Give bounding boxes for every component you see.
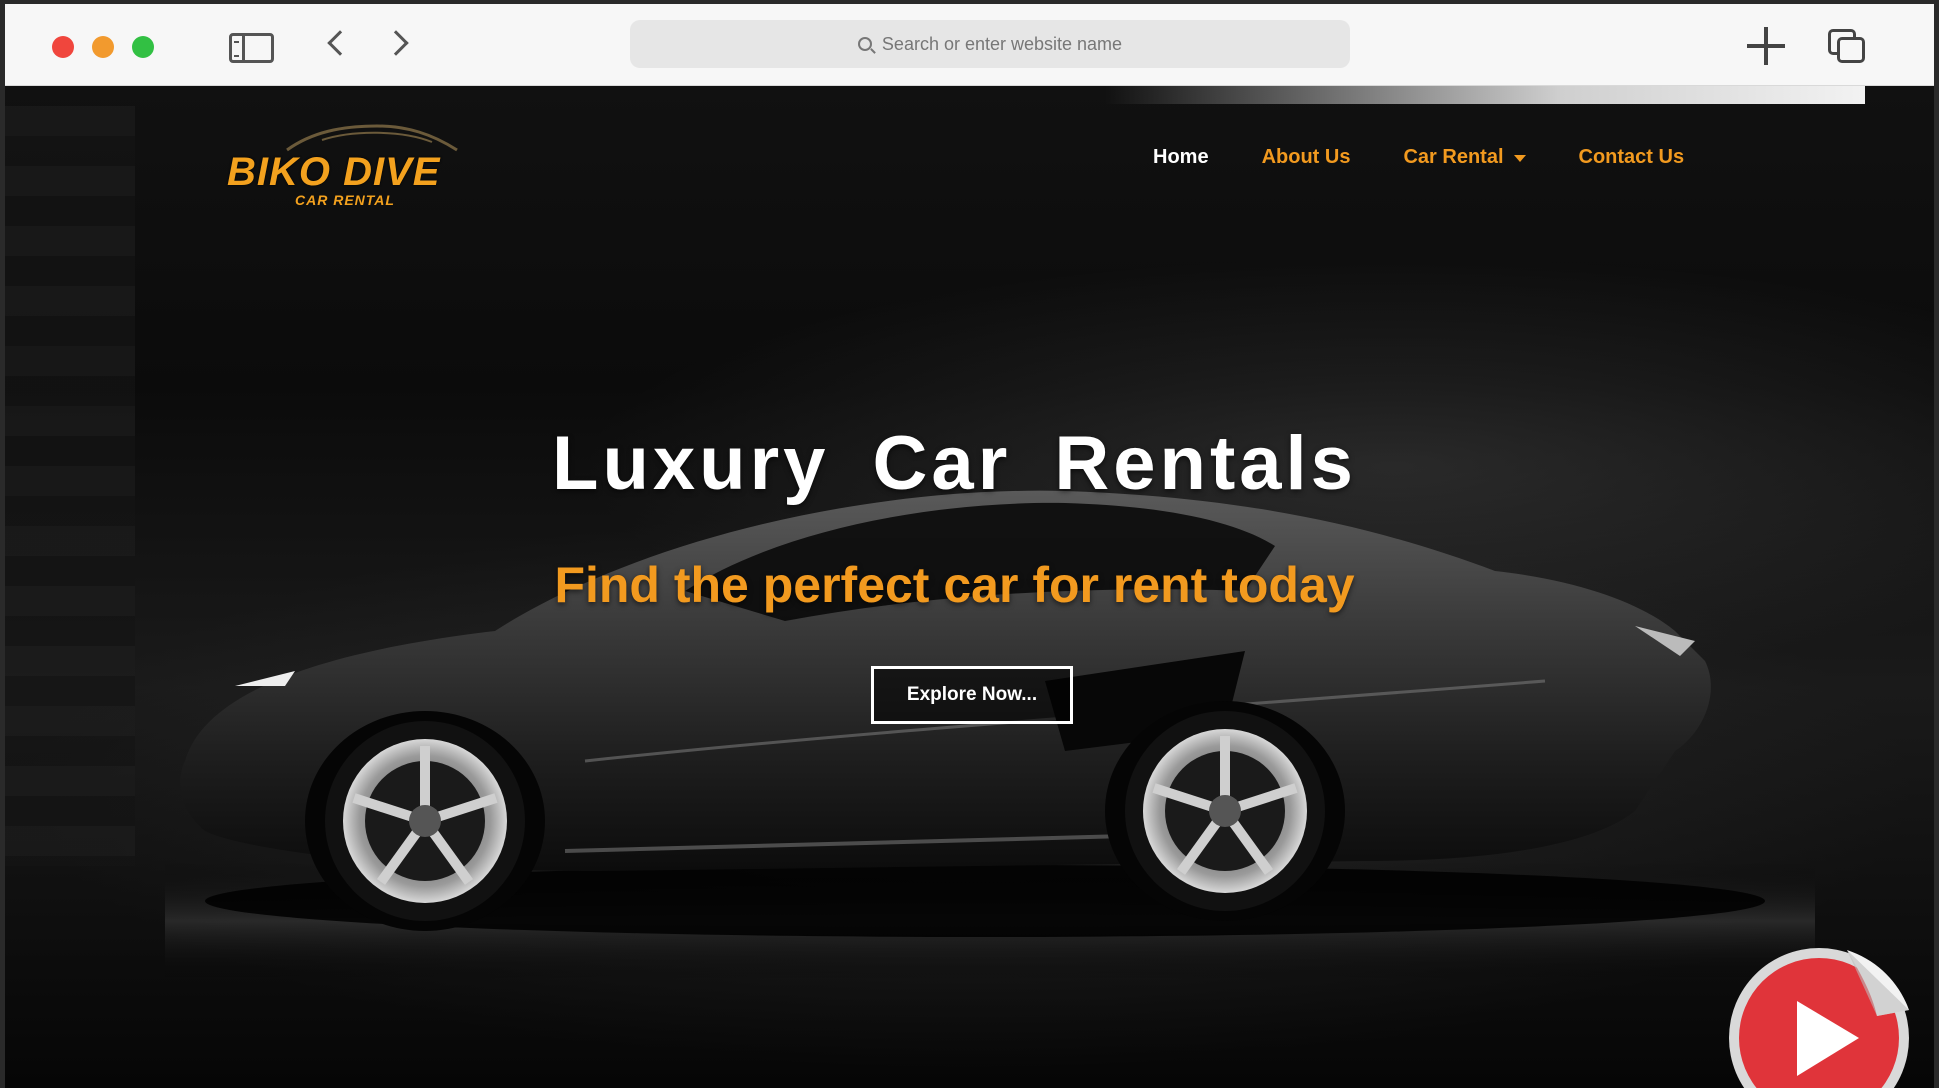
minimize-window-button[interactable] (92, 36, 114, 58)
hero-headline: Luxury Car Rentals (552, 421, 1357, 506)
main-navigation: Home About Us Car Rental Contact Us (1153, 146, 1684, 169)
hero-section: BIKO DIVE CAR RENTAL Home About Us Car R… (5, 86, 1934, 1088)
close-window-button[interactable] (52, 36, 74, 58)
browser-toolbar: Search or enter website name (5, 4, 1934, 86)
page-load-progress (1105, 86, 1865, 104)
tabs-icon[interactable] (1828, 29, 1868, 65)
sidebar-icon[interactable] (229, 33, 274, 63)
brand-tagline: CAR RENTAL (295, 192, 395, 208)
hero-car-image (165, 490, 1815, 981)
plus-icon[interactable] (1747, 27, 1785, 65)
nav-item-about-us[interactable]: About Us (1262, 146, 1351, 169)
back-arrow-icon[interactable] (327, 30, 353, 56)
forward-arrow-icon[interactable] (383, 30, 409, 56)
browser-window: Search or enter website name BIKO DIVE C… (5, 4, 1934, 1088)
hero-subheadline: Find the perfect car for rent today (554, 557, 1355, 613)
address-bar[interactable]: Search or enter website name (630, 20, 1350, 68)
nav-item-home[interactable]: Home (1153, 146, 1209, 169)
brand-logo[interactable]: BIKO DIVE CAR RENTAL (227, 120, 492, 208)
play-icon[interactable] (1727, 946, 1911, 1088)
car-silhouette-icon (286, 124, 458, 152)
address-bar-placeholder: Search or enter website name (881, 33, 1123, 54)
chevron-down-icon (1513, 155, 1526, 163)
search-icon (857, 37, 872, 51)
window-controls (52, 36, 154, 58)
nav-item-car-rental[interactable]: Car Rental (1403, 146, 1526, 169)
maximize-window-button[interactable] (132, 36, 154, 58)
nav-item-car-rental-label: Car Rental (1403, 146, 1504, 168)
nav-item-contact-us[interactable]: Contact Us (1579, 146, 1685, 169)
brand-name: BIKO DIVE (227, 150, 441, 194)
explore-now-button[interactable]: Explore Now... (871, 666, 1073, 724)
